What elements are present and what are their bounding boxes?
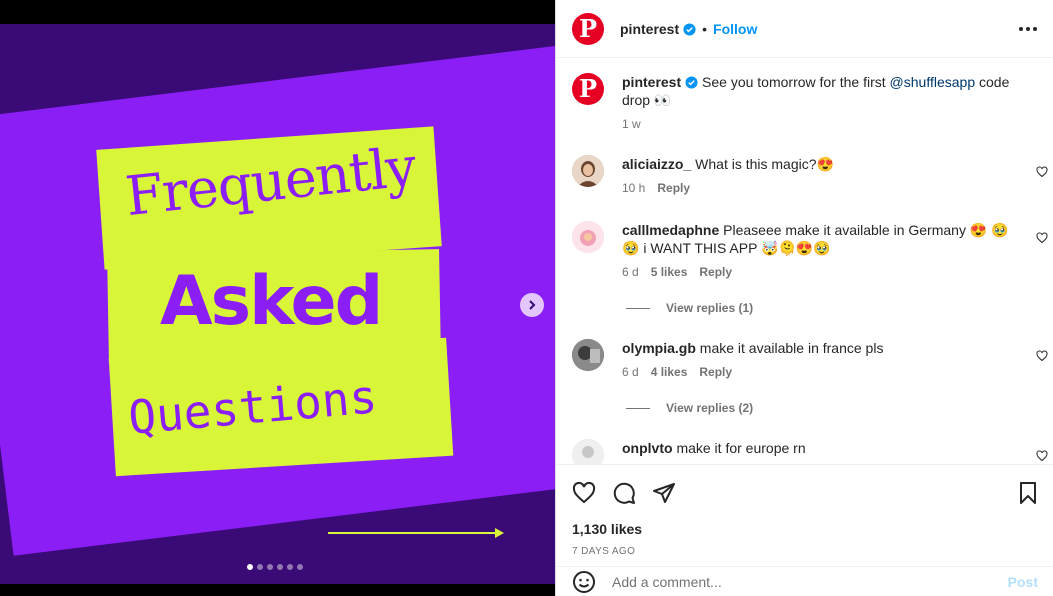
reply-button[interactable]: Reply — [699, 363, 732, 381]
view-replies-button[interactable]: View replies (1) — [626, 301, 753, 315]
comment-time[interactable]: 6 d — [622, 363, 639, 381]
separator-dot: • — [702, 20, 708, 37]
post-date[interactable]: 7 DAYS AGO — [572, 546, 635, 557]
like-comment-heart-icon[interactable] — [1036, 232, 1048, 244]
slide-text-asked: Asked — [160, 262, 383, 341]
view-replies-line — [626, 307, 650, 309]
comment-body: onplvto make it for europe rn — [622, 439, 1022, 464]
comment-username[interactable]: aliciaizzo_ — [622, 156, 691, 172]
bookmark-icon[interactable] — [1016, 481, 1040, 505]
follow-button[interactable]: Follow — [713, 21, 757, 37]
action-icons — [572, 481, 676, 505]
carousel-dot[interactable] — [287, 564, 293, 570]
carousel-dots — [247, 564, 303, 570]
verified-badge-icon — [683, 22, 696, 36]
user-photo-icon — [572, 339, 604, 371]
comment-bubble-icon[interactable] — [612, 481, 636, 505]
chevron-right-icon — [529, 300, 536, 310]
share-paper-plane-icon[interactable] — [652, 481, 676, 505]
add-comment-input[interactable] — [612, 573, 972, 590]
avatar[interactable]: P — [572, 73, 604, 105]
add-comment-bar: Post — [556, 566, 1053, 596]
post-media: Frequently Asked Questions — [0, 0, 555, 596]
comment-body: calllmedaphne Pleaseee make it available… — [622, 221, 1022, 281]
view-replies-label[interactable]: View replies (2) — [666, 401, 753, 415]
default-avatar-icon — [572, 439, 604, 464]
comment-item: calllmedaphne Pleaseee make it available… — [572, 221, 1042, 281]
pinterest-logo-icon: P — [578, 13, 598, 43]
avatar[interactable] — [572, 439, 604, 464]
caption-time[interactable]: 1 w — [622, 115, 641, 133]
view-replies-line — [626, 407, 650, 409]
caption-text: See you tomorrow for the first — [702, 74, 890, 90]
avatar[interactable] — [572, 221, 604, 253]
view-replies-label[interactable]: View replies (1) — [666, 301, 753, 315]
emoji-smiley-icon[interactable] — [572, 570, 596, 594]
reply-button[interactable]: Reply — [657, 179, 690, 197]
carousel-dot[interactable] — [297, 564, 303, 570]
caption-meta: 1 w — [622, 115, 1022, 133]
comment-likes[interactable]: 4 likes — [651, 363, 688, 381]
instagram-post-view: Frequently Asked Questions P pinterest •… — [0, 0, 1053, 596]
view-replies-button[interactable]: View replies (2) — [626, 401, 753, 415]
carousel-next-button[interactable] — [520, 293, 544, 317]
user-photo-icon — [572, 221, 604, 253]
comment-body: olympia.gb make it available in france p… — [622, 339, 1022, 381]
slide-arrow-line — [328, 532, 498, 534]
avatar[interactable] — [572, 339, 604, 371]
like-comment-heart-icon[interactable] — [1036, 450, 1048, 462]
comment-username[interactable]: calllmedaphne — [622, 222, 719, 238]
caption-username[interactable]: pinterest — [622, 74, 681, 90]
comment-text: make it available in france pls — [699, 340, 884, 356]
comment-meta: 6 d 4 likes Reply — [622, 363, 1022, 381]
carousel-dot[interactable] — [257, 564, 263, 570]
likes-count[interactable]: 1,130 likes — [572, 521, 642, 537]
comment-text: make it for europe rn — [676, 440, 806, 456]
comment-meta: 6 d 5 likes Reply — [622, 263, 1022, 281]
slide-arrow-head — [495, 528, 504, 538]
comment-time[interactable]: 10 h — [622, 179, 645, 197]
post-side-panel: P pinterest • Follow P pinterest See you… — [555, 0, 1053, 596]
reply-button[interactable]: Reply — [699, 263, 732, 281]
avatar[interactable] — [572, 155, 604, 187]
user-photo-icon — [572, 155, 604, 187]
more-options-icon[interactable] — [1019, 21, 1037, 37]
username-text[interactable]: pinterest — [620, 21, 679, 37]
comment-item: aliciaizzo_ What is this magic?😍 10 h Rep… — [572, 155, 1042, 197]
post-header: P pinterest • Follow — [556, 0, 1053, 58]
carousel-dot[interactable] — [277, 564, 283, 570]
post-actions: 1,130 likes 7 DAYS AGO — [556, 464, 1053, 572]
caption-body: pinterest See you tomorrow for the first… — [622, 73, 1022, 133]
verified-badge-icon — [685, 76, 698, 89]
like-heart-icon[interactable] — [572, 481, 596, 505]
avatar[interactable]: P — [572, 12, 604, 45]
comment-username[interactable]: onplvto — [622, 440, 673, 456]
caption: P pinterest See you tomorrow for the fir… — [572, 73, 1042, 133]
like-comment-heart-icon[interactable] — [1036, 166, 1048, 178]
carousel-dot[interactable] — [247, 564, 253, 570]
comment-likes[interactable]: 5 likes — [651, 263, 688, 281]
pinterest-logo-icon: P — [578, 74, 598, 103]
save-bookmark-button[interactable] — [1016, 481, 1040, 510]
comment-username[interactable]: olympia.gb — [622, 340, 696, 356]
comments-list[interactable]: P pinterest See you tomorrow for the fir… — [556, 59, 1053, 464]
carousel-dot[interactable] — [267, 564, 273, 570]
header-username[interactable]: pinterest — [620, 21, 696, 37]
comment-body: aliciaizzo_ What is this magic?😍 10 h Rep… — [622, 155, 1022, 197]
comment-meta: 10 h Reply — [622, 179, 1022, 197]
comment-time[interactable]: 6 d — [622, 263, 639, 281]
comment-item: olympia.gb make it available in france p… — [572, 339, 1042, 381]
like-comment-heart-icon[interactable] — [1036, 350, 1048, 362]
caption-mention-link[interactable]: @shufflesapp — [890, 74, 976, 90]
post-comment-button[interactable]: Post — [1008, 574, 1038, 590]
comment-item: onplvto make it for europe rn — [572, 439, 1042, 464]
comment-text: What is this magic?😍 — [695, 156, 834, 172]
